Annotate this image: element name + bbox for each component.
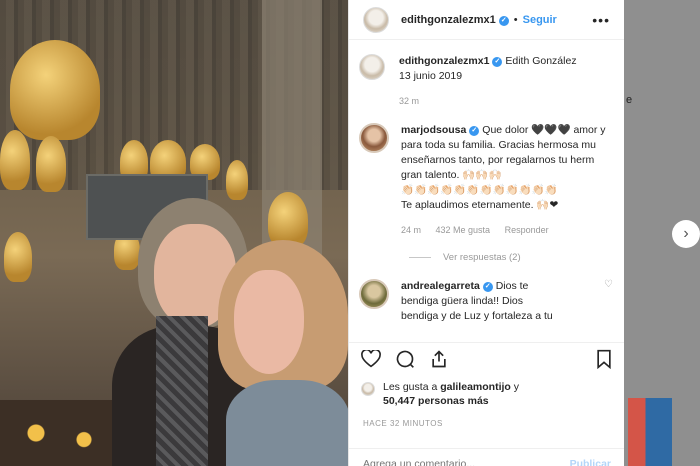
- post-timestamp[interactable]: HACE 32 MINUTOS: [363, 419, 443, 428]
- golden-naga-statue: [36, 136, 66, 192]
- replies-divider: [409, 257, 431, 258]
- golden-naga-statue: [4, 232, 32, 282]
- follow-button[interactable]: Seguir: [523, 14, 557, 26]
- girl-figure: [218, 240, 348, 466]
- girl-face: [234, 270, 304, 374]
- next-post-chevron-icon[interactable]: ›: [672, 220, 700, 248]
- reply-button[interactable]: Responder: [505, 225, 549, 235]
- comment-likes[interactable]: 432 Me gusta: [436, 225, 491, 235]
- comment-item: andrealegarreta ✓ Dios te bendiga güera l…: [359, 279, 613, 324]
- background-thumbnail: [628, 398, 672, 466]
- commenter-avatar[interactable]: [359, 279, 389, 309]
- add-comment-input[interactable]: [363, 457, 543, 466]
- comment-line: gran talento. 🙌🏻🙌🏻🙌🏻: [401, 169, 502, 181]
- caption-date: 13 junio 2019: [399, 70, 463, 82]
- header-separator: •: [513, 13, 518, 26]
- background-text-fragment: e: [626, 94, 633, 106]
- comment-like-heart-icon[interactable]: ♡: [604, 279, 613, 290]
- comments-list[interactable]: edithgonzalezmx1 ✓ Edith González 13 juni…: [349, 40, 624, 342]
- view-replies-label[interactable]: Ver respuestas (2): [443, 252, 521, 263]
- post-header: edithgonzalezmx1 ✓ • Seguir •••: [349, 0, 624, 40]
- candles: [0, 400, 120, 466]
- post-actions: [349, 342, 624, 378]
- likes-prefix: Les gusta a: [383, 381, 438, 393]
- publish-button[interactable]: Publicar: [570, 458, 611, 466]
- verified-badge-icon: ✓: [492, 57, 503, 67]
- likes-count[interactable]: 50,447 personas más: [383, 395, 489, 407]
- author-username[interactable]: edithgonzalezmx1 ✓: [401, 14, 509, 26]
- bookmark-icon[interactable]: [595, 349, 613, 372]
- liker-avatar[interactable]: [361, 382, 375, 396]
- more-options-icon[interactable]: •••: [592, 12, 610, 28]
- commenter-username[interactable]: marjodsousa ✓: [401, 124, 480, 136]
- likes-connector: y: [513, 381, 519, 393]
- caption-username[interactable]: edithgonzalezmx1 ✓: [399, 55, 503, 67]
- caption-author-avatar[interactable]: [359, 54, 385, 80]
- verified-badge-icon: ✓: [482, 282, 493, 292]
- verified-badge-icon: ✓: [469, 126, 480, 136]
- author-avatar[interactable]: [363, 6, 389, 33]
- comment-line: enseñarnos tanto, por regalarnos tu herm: [401, 154, 595, 166]
- caption-age: 32 m: [399, 96, 420, 106]
- comment-icon[interactable]: [395, 349, 415, 372]
- woman-scarf: [156, 316, 208, 466]
- girl-sweater: [226, 380, 348, 466]
- comment-meta: 24 m 432 Me gusta Responder: [401, 223, 606, 238]
- caption-text: Edith González: [505, 55, 577, 67]
- view-replies[interactable]: Ver respuestas (2): [409, 252, 613, 263]
- comment-line: Que dolor 🖤🖤🖤 amor y: [482, 124, 606, 136]
- comment-line: bendiga y de Luz y fortaleza a tu: [401, 310, 553, 322]
- comment-line: bendiga güera linda!! Dios: [401, 295, 524, 307]
- comment-line: Dios te: [495, 280, 529, 292]
- golden-buddha-statue: [10, 40, 100, 140]
- liker-username[interactable]: galileamontijo: [440, 381, 511, 393]
- caption: edithgonzalezmx1 ✓ Edith González 13 juni…: [359, 54, 613, 109]
- share-icon[interactable]: [429, 349, 449, 372]
- comment-time: 24 m: [401, 225, 422, 235]
- golden-naga-statue: [226, 160, 248, 200]
- comment-line: Te aplaudimos eternamente. 🙌🏻❤: [401, 199, 559, 211]
- heart-icon[interactable]: [361, 348, 381, 371]
- likes-summary: Les gusta a galileamontijo y 50,447 pers…: [361, 380, 519, 408]
- commenter-avatar[interactable]: [359, 123, 389, 153]
- verified-badge-icon: ✓: [498, 15, 509, 26]
- post-side-panel: edithgonzalezmx1 ✓ • Seguir ••• edithgonz…: [348, 0, 624, 466]
- add-comment-bar: Publicar: [349, 448, 624, 466]
- commenter-username[interactable]: andrealegarreta ✓: [401, 280, 493, 292]
- comment-line: 👏🏻👏🏻👏🏻👏🏻👏🏻👏🏻👏🏻👏🏻👏🏻👏🏻👏🏻👏🏻: [401, 184, 558, 196]
- comment-item: marjodsousa ✓ Que dolor 🖤🖤🖤 amor y para t…: [359, 123, 613, 238]
- golden-naga-statue: [0, 130, 30, 190]
- comment-line: para toda su familia. Gracias hermosa mu: [401, 139, 596, 151]
- post-photo: [0, 0, 348, 466]
